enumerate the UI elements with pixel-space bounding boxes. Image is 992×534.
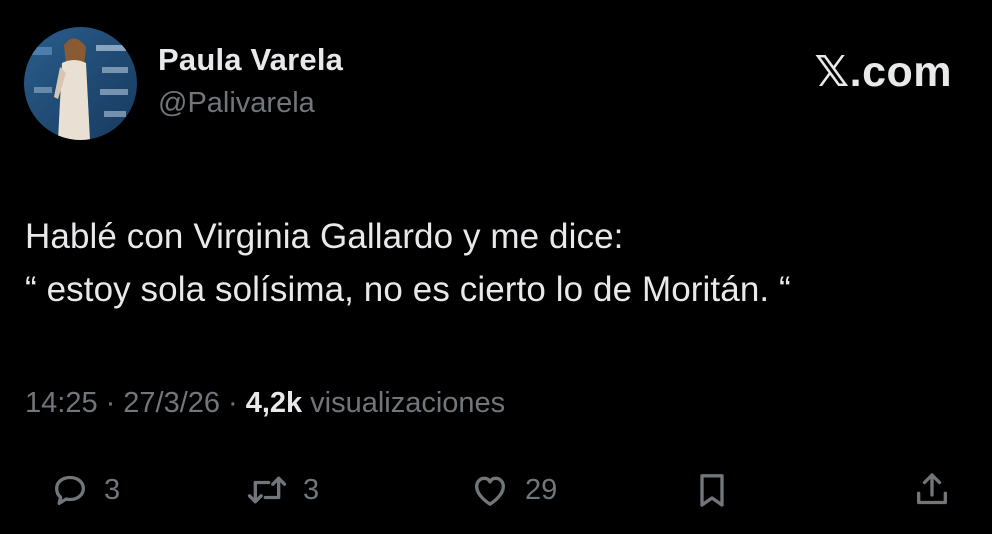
display-name[interactable]: Paula Varela — [158, 42, 343, 78]
retweet-count: 3 — [303, 473, 320, 506]
x-logo-icon: 𝕏 — [814, 47, 850, 97]
views-count[interactable]: 4,2k — [246, 387, 302, 420]
like-count: 29 — [525, 473, 558, 506]
reply-icon — [50, 470, 90, 510]
avatar[interactable] — [24, 27, 137, 140]
like-button[interactable]: 29 — [469, 462, 557, 518]
bookmark-icon — [692, 470, 732, 510]
tweet-text-line: “ estoy sola solísima, no es cierto lo d… — [25, 270, 791, 309]
reply-button[interactable]: 3 — [50, 462, 120, 518]
meta-separator: · — [105, 387, 116, 419]
views-label: visualizaciones — [310, 387, 506, 419]
tweet-date[interactable]: 27/3/26 — [123, 387, 220, 420]
retweet-button[interactable]: 3 — [245, 462, 319, 518]
heart-icon — [469, 470, 511, 510]
action-bar: 3 3 29 — [0, 462, 992, 518]
tweet-card: Paula Varela @Palivarela 𝕏 .com Hablé con… — [0, 0, 992, 534]
brand-label: .com — [849, 47, 952, 96]
share-button[interactable] — [912, 462, 952, 518]
user-handle[interactable]: @Palivarela — [158, 87, 315, 120]
tweet-time[interactable]: 14:25 — [25, 387, 98, 420]
retweet-icon — [245, 470, 289, 510]
tweet-text: Hablé con Virginia Gallardo y me dice: “… — [25, 210, 791, 316]
meta-separator: · — [228, 387, 238, 419]
bookmark-button[interactable] — [692, 462, 732, 518]
tweet-meta: 14:25 · 27/3/26 · 4,2k visualizaciones — [25, 387, 505, 420]
x-brand-logo: 𝕏 .com — [814, 47, 952, 97]
reply-count: 3 — [104, 473, 121, 506]
share-icon — [912, 470, 952, 510]
tweet-text-line: Hablé con Virginia Gallardo y me dice: — [25, 217, 624, 256]
